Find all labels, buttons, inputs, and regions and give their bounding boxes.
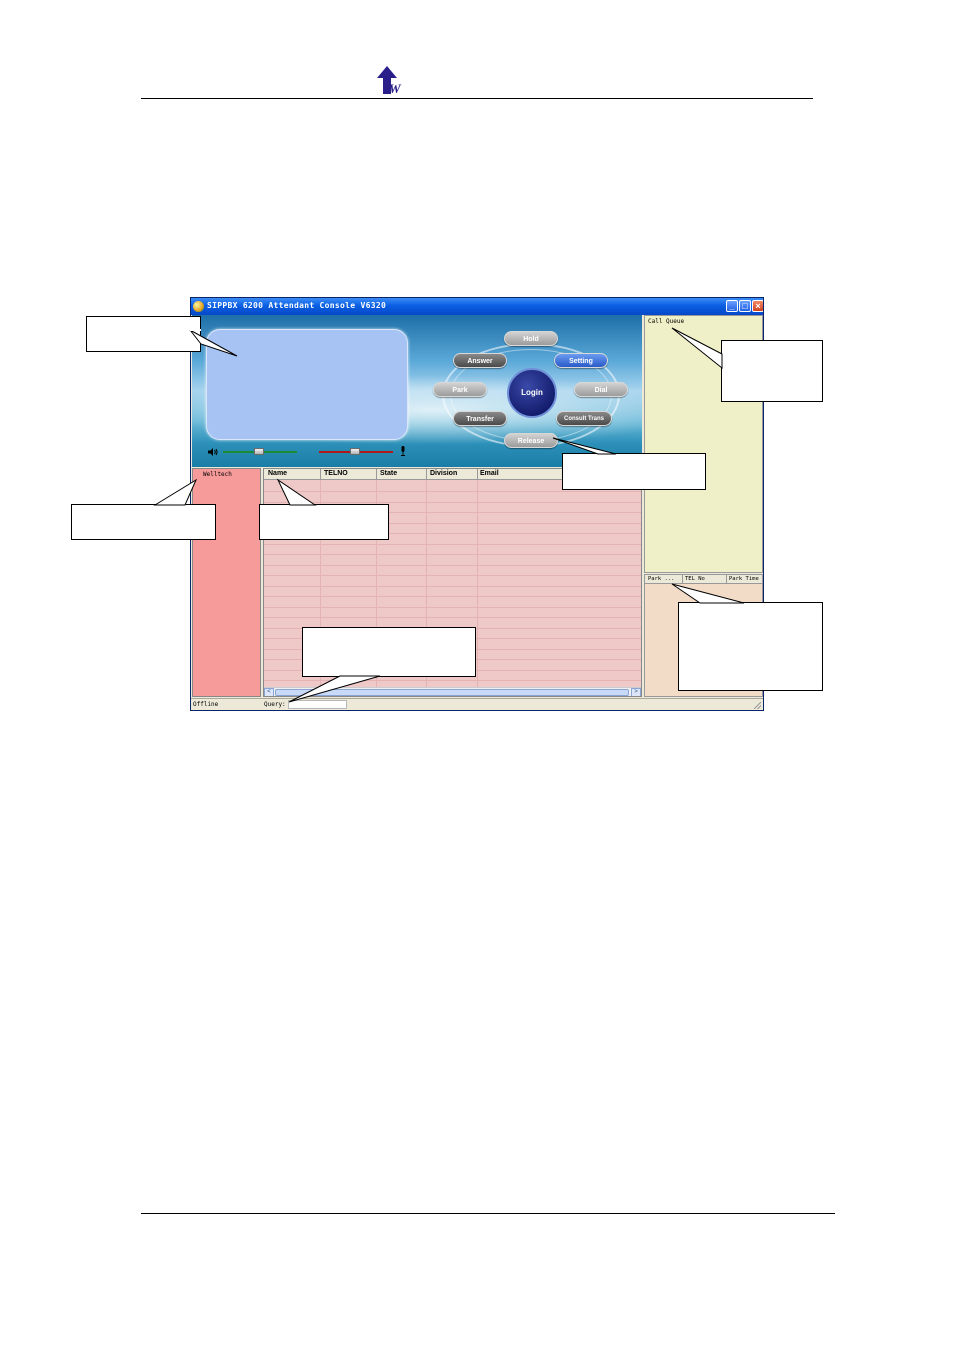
park-col-header[interactable]: Park ... [648, 576, 675, 582]
column-grid-line [477, 480, 478, 688]
column-divider [320, 469, 321, 480]
horizontal-scrollbar[interactable]: < > [264, 687, 641, 696]
dial-button[interactable]: Dial [574, 382, 628, 397]
column-divider [726, 575, 727, 584]
column-divider [477, 469, 478, 480]
hold-button[interactable]: Hold [504, 331, 558, 346]
login-button[interactable]: Login [507, 368, 557, 418]
park-list-header: Park ... TEL No Park Time [645, 575, 762, 584]
close-button[interactable]: × [752, 300, 763, 312]
consult-trans-button[interactable]: Consult Trans [556, 411, 612, 426]
scroll-left-icon[interactable]: < [264, 688, 274, 696]
release-button[interactable]: Release [504, 433, 558, 448]
query-input[interactable] [288, 700, 347, 709]
resize-grip-icon[interactable] [754, 702, 761, 709]
header-rule [141, 98, 813, 99]
column-divider [426, 469, 427, 480]
setting-button[interactable]: Setting [554, 353, 608, 368]
speaker-volume-slider[interactable] [254, 448, 264, 455]
column-divider [376, 469, 377, 480]
scroll-right-icon[interactable]: > [631, 688, 641, 696]
footer-rule [141, 1213, 835, 1214]
group-tree-panel[interactable]: Welltech [192, 468, 261, 697]
connection-status: Offline [193, 701, 219, 708]
callout-park-list [678, 602, 823, 691]
tel-no-col-header[interactable]: TEL No [685, 576, 705, 582]
call-queue-label: Call Queue [648, 318, 685, 325]
control-panel: Hold Answer Setting Park Login Dial Tran… [192, 315, 642, 467]
status-bar: Offline Query: [191, 698, 763, 710]
callout-directory [259, 504, 389, 540]
window-title: SIPPBX 6200 Attendant Console V6320 [207, 301, 387, 310]
division-col-header[interactable]: Division [430, 470, 457, 477]
callout-group-tree [71, 504, 216, 540]
park-button[interactable]: Park [433, 382, 487, 397]
app-icon [193, 301, 204, 312]
scrollbar-thumb[interactable] [275, 689, 629, 696]
call-display-screen [206, 329, 408, 440]
column-divider [682, 575, 683, 584]
answer-button[interactable]: Answer [453, 353, 507, 368]
email-col-header[interactable]: Email [480, 470, 499, 477]
speaker-icon [208, 448, 218, 456]
minimize-button[interactable]: _ [726, 300, 738, 312]
svg-text:W: W [389, 81, 402, 96]
state-col-header[interactable]: State [380, 470, 397, 477]
mic-volume-slider[interactable] [350, 448, 360, 455]
callout-display-screen [86, 316, 201, 352]
microphone-icon [401, 446, 405, 456]
query-label: Query: [264, 701, 286, 708]
callout-buttons [562, 453, 706, 490]
title-bar[interactable]: SIPPBX 6200 Attendant Console V6320 _ □ … [191, 298, 763, 315]
callout-query [302, 627, 476, 677]
callout-call-queue [721, 340, 823, 402]
transfer-button[interactable]: Transfer [453, 411, 507, 426]
group-item-root[interactable]: Welltech [203, 471, 232, 478]
maximize-button[interactable]: □ [739, 300, 751, 312]
park-time-col-header[interactable]: Park Time [729, 576, 759, 582]
telno-col-header[interactable]: TELNO [324, 470, 348, 477]
name-col-header[interactable]: Name [268, 470, 287, 477]
company-logo: W [377, 66, 402, 96]
